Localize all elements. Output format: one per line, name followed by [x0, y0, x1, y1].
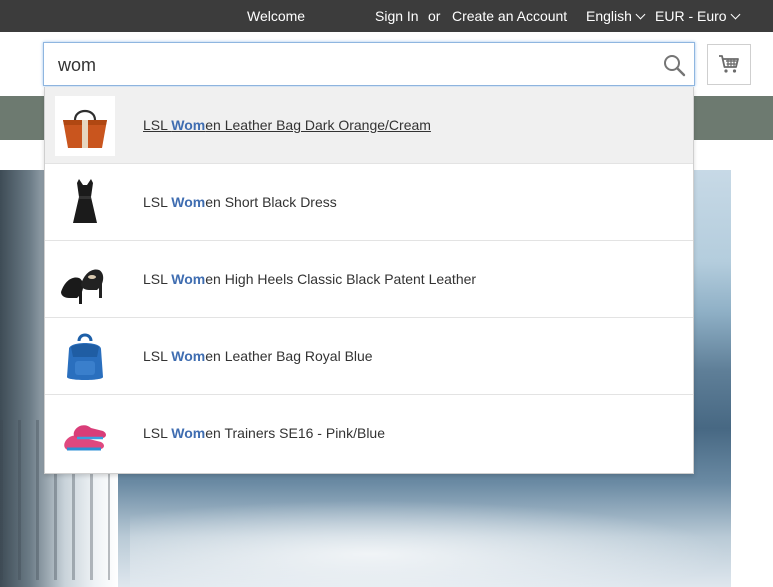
or-text: or: [428, 8, 441, 24]
chevron-down-icon: [730, 9, 741, 20]
currency-label: EUR - Euro: [655, 8, 727, 24]
search-autocomplete: LSL Women Leather Bag Dark Orange/Cream …: [44, 87, 694, 474]
autocomplete-item-label: LSL Women High Heels Classic Black Paten…: [143, 271, 477, 287]
autocomplete-item[interactable]: LSL Women Trainers SE16 - Pink/Blue: [45, 395, 693, 472]
create-account-link[interactable]: Create an Account: [452, 7, 567, 25]
autocomplete-item[interactable]: LSL Women Short Black Dress: [45, 164, 693, 241]
top-bar: Welcome Sign In or Create an Account Eng…: [0, 0, 773, 32]
autocomplete-item[interactable]: LSL Women Leather Bag Dark Orange/Cream: [45, 87, 693, 164]
search-form: [43, 42, 695, 86]
mini-cart-button[interactable]: [707, 44, 751, 85]
hero-wave-foam: [130, 500, 731, 587]
chevron-down-icon: [635, 9, 646, 20]
shopping-cart-icon: [719, 55, 739, 73]
autocomplete-item-label: LSL Women Leather Bag Dark Orange/Cream: [143, 117, 431, 133]
product-thumbnail-black-heels: [55, 250, 115, 310]
autocomplete-item[interactable]: LSL Women Leather Bag Royal Blue: [45, 318, 693, 395]
search-input[interactable]: [58, 52, 638, 78]
autocomplete-item-label: LSL Women Trainers SE16 - Pink/Blue: [143, 425, 386, 441]
product-thumbnail-blue-backpack: [55, 327, 115, 387]
product-thumbnail-black-dress: [55, 173, 115, 233]
currency-switcher[interactable]: EUR - Euro: [655, 7, 741, 25]
autocomplete-item-label: LSL Women Short Black Dress: [143, 194, 337, 210]
search-icon[interactable]: [662, 53, 686, 77]
language-switcher[interactable]: English: [586, 7, 646, 25]
welcome-text: Welcome: [247, 8, 306, 24]
autocomplete-item-label: LSL Women Leather Bag Royal Blue: [143, 348, 373, 364]
product-thumbnail-orange-bag: [55, 96, 115, 156]
sign-in-link[interactable]: Sign In: [375, 7, 419, 25]
product-thumbnail-pink-trainers: [55, 404, 115, 464]
autocomplete-item[interactable]: LSL Women High Heels Classic Black Paten…: [45, 241, 693, 318]
language-label: English: [586, 8, 632, 24]
